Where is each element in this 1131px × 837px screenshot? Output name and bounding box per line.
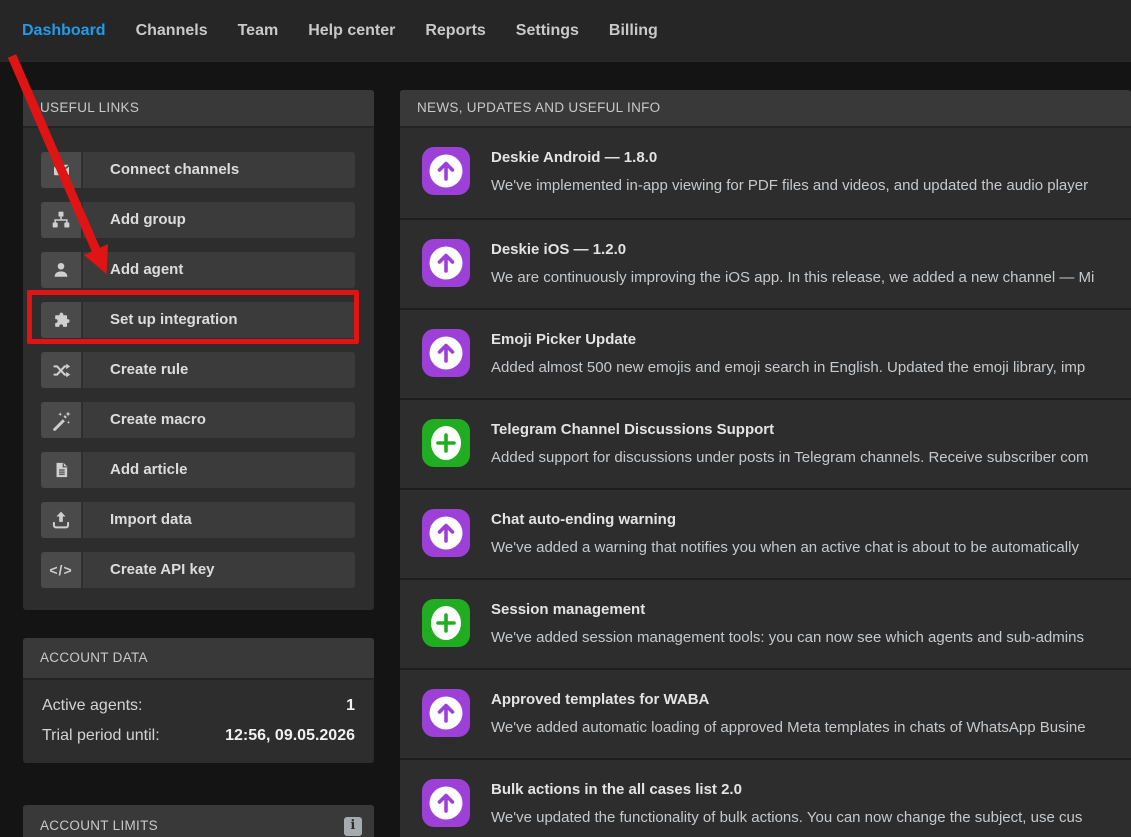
news-item[interactable]: Chat auto-ending warning We've added a w… [400,488,1131,578]
news-item-title: Emoji Picker Update [491,331,1085,348]
account-data-panel: ACCOUNT DATA Active agents: 1 Trial peri… [23,638,374,763]
news-item[interactable]: Approved templates for WABA We've added … [400,668,1131,758]
news-item-description: We've updated the functionality of bulk … [491,809,1082,826]
sidebar-button-label: Add article [83,452,355,488]
news-item-description: We've added automatic loading of approve… [491,719,1086,736]
news-item-title: Deskie iOS — 1.2.0 [491,241,1094,258]
sidebar-button-add-agent[interactable]: Add agent [41,252,355,288]
news-item-description: We've added a warning that notifies you … [491,539,1079,556]
top-navigation: Dashboard Channels Team Help center Reports S… [0,0,1131,62]
useful-links-list: Connect channels Add group Add agent Set… [23,128,374,610]
nav-item-reports[interactable]: Reports [425,22,485,40]
update-arrow-icon [422,239,470,287]
sidebar-button-add-group[interactable]: Add group [41,202,355,238]
account-data-value: 1 [346,697,355,715]
news-item-description: We are continuously improving the iOS ap… [491,269,1094,286]
magic-wand-icon [41,402,83,438]
account-data-body: Active agents: 1 Trial period until: 12:… [23,680,374,763]
person-icon [41,252,83,288]
news-item-title: Deskie Android — 1.8.0 [491,149,1088,166]
account-data-title: ACCOUNT DATA [40,638,148,679]
sidebar-button-label: Add agent [83,252,355,288]
plus-icon [422,419,470,467]
update-arrow-icon [422,509,470,557]
news-item-title: Bulk actions in the all cases list 2.0 [491,781,1082,798]
envelope-icon [41,152,83,188]
upload-icon [41,502,83,538]
nav-item-dashboard[interactable]: Dashboard [22,22,106,40]
news-list: Deskie Android — 1.8.0 We've implemented… [400,128,1131,837]
code-icon: </> [41,552,83,588]
sidebar-button-label: Add group [83,202,355,238]
sidebar-button-add-article[interactable]: Add article [41,452,355,488]
plus-icon [422,599,470,647]
account-data-label: Active agents: [42,697,143,715]
news-item-description: We've implemented in-app viewing for PDF… [491,177,1088,194]
nav-item-channels[interactable]: Channels [136,22,208,40]
news-item-description: We've added session management tools: yo… [491,629,1084,646]
news-item[interactable]: Session management We've added session m… [400,578,1131,668]
account-data-value: 12:56, 09.05.2026 [225,727,355,745]
sidebar-button-import-data[interactable]: Import data [41,502,355,538]
news-item-description: Added support for discussions under post… [491,449,1089,466]
sidebar-button-label: Connect channels [83,152,355,188]
account-data-row: Active agents: 1 [42,697,355,715]
nav-item-settings[interactable]: Settings [516,22,579,40]
news-item-title: Telegram Channel Discussions Support [491,421,1089,438]
useful-links-header: USEFUL LINKS [23,90,374,128]
sidebar-button-create-api-key[interactable]: </> Create API key [41,552,355,588]
useful-links-panel: USEFUL LINKS Connect channels Add group … [23,90,374,610]
sidebar-button-label: Create API key [83,552,355,588]
news-item[interactable]: Deskie Android — 1.8.0 We've implemented… [400,128,1131,218]
sidebar-button-set-up-integration[interactable]: Set up integration [41,302,355,338]
sidebar-button-connect-channels[interactable]: Connect channels [41,152,355,188]
news-header: NEWS, UPDATES AND USEFUL INFO [400,90,1131,128]
document-icon [41,452,83,488]
news-item-title: Approved templates for WABA [491,691,1086,708]
useful-links-title: USEFUL LINKS [40,90,139,127]
account-data-row: Trial period until: 12:56, 09.05.2026 [42,727,355,745]
nav-item-help-center[interactable]: Help center [308,22,395,40]
update-arrow-icon [422,329,470,377]
nav-item-billing[interactable]: Billing [609,22,658,40]
news-item[interactable]: Emoji Picker Update Added almost 500 new… [400,308,1131,398]
sidebar-button-label: Create macro [83,402,355,438]
update-arrow-icon [422,147,470,195]
info-icon[interactable]: i [344,817,362,836]
puzzle-icon [41,302,83,338]
news-panel: NEWS, UPDATES AND USEFUL INFO Deskie And… [400,90,1131,837]
news-item[interactable]: Bulk actions in the all cases list 2.0 W… [400,758,1131,837]
sidebar-button-create-rule[interactable]: Create rule [41,352,355,388]
update-arrow-icon [422,689,470,737]
sidebar-button-label: Set up integration [83,302,355,338]
sidebar-button-label: Create rule [83,352,355,388]
sidebar-button-label: Import data [83,502,355,538]
update-arrow-icon [422,779,470,827]
sitemap-icon [41,202,83,238]
news-item[interactable]: Deskie iOS — 1.2.0 We are continuously i… [400,218,1131,308]
sidebar-button-create-macro[interactable]: Create macro [41,402,355,438]
account-limits-header: ACCOUNT LIMITS i [23,805,374,837]
news-item-title: Session management [491,601,1084,618]
account-data-label: Trial period until: [42,727,160,745]
shuffle-icon [41,352,83,388]
account-limits-title: ACCOUNT LIMITS [40,805,158,837]
account-limits-panel: ACCOUNT LIMITS i [23,805,374,837]
news-item[interactable]: Telegram Channel Discussions Support Add… [400,398,1131,488]
news-item-title: Chat auto-ending warning [491,511,1079,528]
nav-item-team[interactable]: Team [238,22,279,40]
account-data-header: ACCOUNT DATA [23,638,374,680]
news-title: NEWS, UPDATES AND USEFUL INFO [417,90,660,127]
news-item-description: Added almost 500 new emojis and emoji se… [491,359,1085,376]
